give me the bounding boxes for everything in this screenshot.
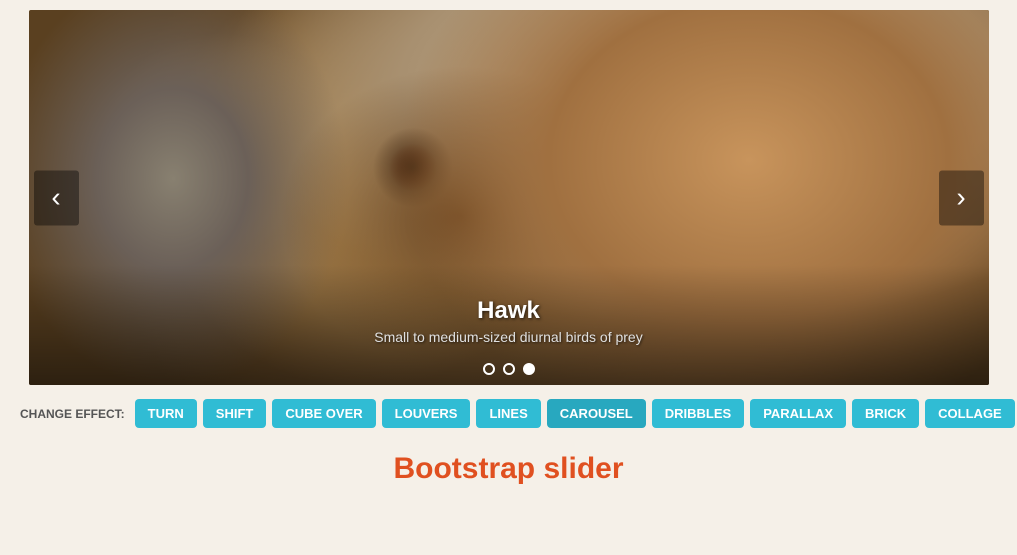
effects-label: CHANGE EFFECT: [20, 407, 125, 421]
next-icon: › [956, 182, 965, 214]
carousel-container: ‹ › Hawk Small to medium-sized diurnal b… [0, 10, 1017, 385]
effect-cubeover-button[interactable]: CUBE OVER [272, 399, 375, 428]
effect-lines-button[interactable]: LINES [476, 399, 540, 428]
carousel-subtitle: Small to medium-sized diurnal birds of p… [374, 329, 642, 345]
effect-parallax-button[interactable]: PARALLAX [750, 399, 846, 428]
prev-arrow[interactable]: ‹ [34, 170, 79, 225]
effect-carousel-button[interactable]: CAROUSEL [547, 399, 646, 428]
carousel-dots [483, 363, 535, 375]
dot-3[interactable] [523, 363, 535, 375]
prev-icon: ‹ [51, 182, 60, 214]
effect-brick-button[interactable]: BRICK [852, 399, 919, 428]
carousel-slide: ‹ › Hawk Small to medium-sized diurnal b… [29, 10, 989, 385]
page-title: Bootstrap slider [0, 442, 1017, 494]
effect-shift-button[interactable]: SHIFT [203, 399, 267, 428]
effect-collage-button[interactable]: COLLAGE [925, 399, 1015, 428]
carousel-title: Hawk [477, 297, 540, 325]
dot-1[interactable] [483, 363, 495, 375]
next-arrow[interactable]: › [939, 170, 984, 225]
effect-dribbles-button[interactable]: DRIBBLES [652, 399, 744, 428]
effect-louvers-button[interactable]: LOUVERS [382, 399, 471, 428]
dot-2[interactable] [503, 363, 515, 375]
effects-row: CHANGE EFFECT: TURN SHIFT CUBE OVER LOUV… [0, 385, 1017, 442]
effect-turn-button[interactable]: TURN [135, 399, 197, 428]
